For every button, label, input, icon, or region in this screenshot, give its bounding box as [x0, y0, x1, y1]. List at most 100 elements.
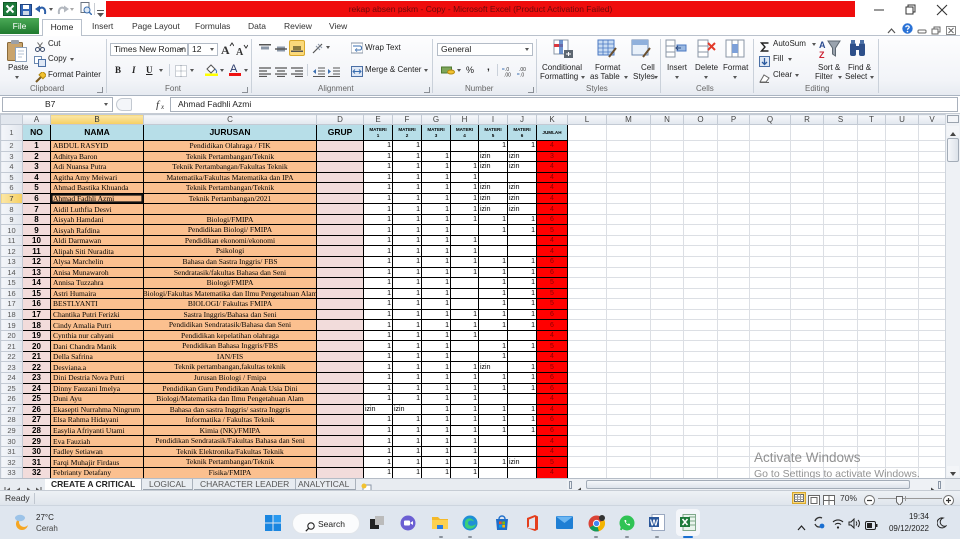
- empty-cell[interactable]: [749, 298, 791, 310]
- empty-cell[interactable]: [885, 182, 919, 194]
- cell-grup[interactable]: [316, 350, 364, 363]
- empty-cell[interactable]: [749, 213, 791, 226]
- cell-nama[interactable]: Desviana.a: [50, 361, 144, 374]
- cell-materi-3[interactable]: 1: [421, 161, 451, 173]
- cell-materi-5[interactable]: izin: [478, 203, 508, 215]
- cell-jurusan[interactable]: [143, 203, 317, 215]
- empty-cell[interactable]: [918, 213, 945, 226]
- row-header[interactable]: 28: [0, 414, 23, 426]
- vertical-scroll-thumb[interactable]: [947, 138, 959, 162]
- align-left-icon[interactable]: [259, 64, 271, 82]
- empty-cell[interactable]: [857, 319, 886, 331]
- cell-jurusan[interactable]: Biologi/Matematika dan Ilmu Pengetahuan …: [143, 393, 317, 405]
- cell-materi-1[interactable]: 1: [363, 287, 393, 300]
- empty-cell[interactable]: [683, 161, 718, 173]
- cell-materi-4[interactable]: 1: [450, 361, 479, 374]
- cell-styles-label-1[interactable]: Cell: [641, 63, 655, 72]
- cell-materi-6[interactable]: [507, 435, 537, 447]
- empty-cell[interactable]: [885, 361, 919, 374]
- decrease-decimal-icon[interactable]: .00.0: [517, 64, 529, 82]
- cell-materi-2[interactable]: 1: [392, 319, 422, 331]
- empty-cell[interactable]: [606, 213, 651, 226]
- cell-materi-3[interactable]: 1: [421, 192, 451, 205]
- cell-jumlah[interactable]: 4: [536, 182, 568, 194]
- cell-materi-1[interactable]: 1: [363, 445, 393, 458]
- empty-cell[interactable]: [749, 340, 791, 352]
- empty-cell[interactable]: [885, 298, 919, 310]
- empty-cell[interactable]: [567, 256, 607, 268]
- cell-materi-1[interactable]: 1: [363, 203, 393, 215]
- copy-dropdown-icon[interactable]: [70, 58, 74, 61]
- cell-materi-2[interactable]: 1: [392, 466, 422, 478]
- empty-cell[interactable]: [650, 414, 684, 426]
- tab-data[interactable]: Data: [248, 21, 266, 31]
- word-icon[interactable]: W: [649, 514, 665, 536]
- cell-materi-5[interactable]: [478, 435, 508, 447]
- empty-cell[interactable]: [717, 287, 750, 300]
- empty-cell[interactable]: [683, 224, 718, 236]
- empty-cell[interactable]: [857, 329, 886, 342]
- empty-cell[interactable]: [606, 298, 651, 310]
- cell-materi-6[interactable]: 1: [507, 308, 537, 321]
- header-materi-1[interactable]: MATERI 1: [363, 124, 393, 141]
- empty-cell[interactable]: [717, 124, 750, 141]
- cell-no[interactable]: 5: [22, 182, 51, 194]
- cell-jurusan[interactable]: Teknik Pertambangan/Teknik: [143, 456, 317, 468]
- row-header[interactable]: 22: [0, 350, 23, 363]
- cell-no[interactable]: 12: [22, 256, 51, 268]
- empty-cell[interactable]: [683, 124, 718, 141]
- cell-grup[interactable]: [316, 203, 364, 215]
- empty-cell[interactable]: [857, 124, 886, 141]
- format-as-table-label-1[interactable]: Format: [595, 63, 620, 72]
- empty-cell[interactable]: [567, 234, 607, 247]
- empty-cell[interactable]: [790, 350, 824, 363]
- tab-split-handle[interactable]: [569, 481, 572, 489]
- cell-materi-4[interactable]: 1: [450, 329, 479, 342]
- header-materi-5[interactable]: MATERI 5: [478, 124, 508, 141]
- empty-cell[interactable]: [749, 224, 791, 236]
- cell-materi-4[interactable]: 1: [450, 435, 479, 447]
- accounting-dropdown-icon[interactable]: [457, 69, 461, 72]
- empty-cell[interactable]: [606, 403, 651, 416]
- empty-cell[interactable]: [823, 319, 858, 331]
- empty-cell[interactable]: [606, 256, 651, 268]
- battery-icon[interactable]: [865, 517, 878, 535]
- empty-cell[interactable]: [918, 171, 945, 184]
- cell-materi-6[interactable]: 1: [507, 403, 537, 416]
- cell-grup[interactable]: [316, 213, 364, 226]
- cell-materi-5[interactable]: 1: [478, 414, 508, 426]
- cell-materi-1[interactable]: izin: [363, 403, 393, 416]
- empty-cell[interactable]: [606, 414, 651, 426]
- increase-font-size-icon[interactable]: A: [221, 42, 235, 60]
- cell-materi-5[interactable]: izin: [478, 161, 508, 173]
- column-header-t[interactable]: T: [857, 114, 886, 125]
- zoom-level[interactable]: 70%: [840, 493, 857, 503]
- number-format-dropdown-icon[interactable]: [525, 48, 529, 51]
- split-box[interactable]: [947, 115, 959, 123]
- minimize-window-icon[interactable]: [872, 3, 886, 15]
- empty-cell[interactable]: [606, 308, 651, 321]
- cell-jurusan[interactable]: Teknik Pertambangan/Teknik: [143, 150, 317, 163]
- notification-icon[interactable]: [936, 516, 948, 534]
- cell-no[interactable]: 2: [22, 150, 51, 163]
- empty-cell[interactable]: [857, 372, 886, 384]
- insert-cells-button[interactable]: Insert: [667, 63, 687, 72]
- column-header-s[interactable]: S: [823, 114, 858, 125]
- empty-cell[interactable]: [717, 414, 750, 426]
- cell-materi-6[interactable]: [507, 445, 537, 458]
- empty-cell[interactable]: [567, 161, 607, 173]
- empty-cell[interactable]: [790, 372, 824, 384]
- cell-materi-2[interactable]: 1: [392, 308, 422, 321]
- row-header[interactable]: 33: [0, 466, 23, 478]
- cell-jumlah[interactable]: 6: [536, 424, 568, 437]
- empty-cell[interactable]: [918, 192, 945, 205]
- column-header-u[interactable]: U: [885, 114, 919, 125]
- empty-cell[interactable]: [885, 456, 919, 468]
- cell-jumlah[interactable]: 4: [536, 350, 568, 363]
- empty-cell[interactable]: [823, 393, 858, 405]
- empty-cell[interactable]: [650, 403, 684, 416]
- cell-materi-5[interactable]: izin: [478, 150, 508, 163]
- sheet-tab-character-leader[interactable]: CHARACTER LEADER: [194, 479, 297, 490]
- empty-cell[interactable]: [683, 266, 718, 279]
- empty-cell[interactable]: [717, 245, 750, 257]
